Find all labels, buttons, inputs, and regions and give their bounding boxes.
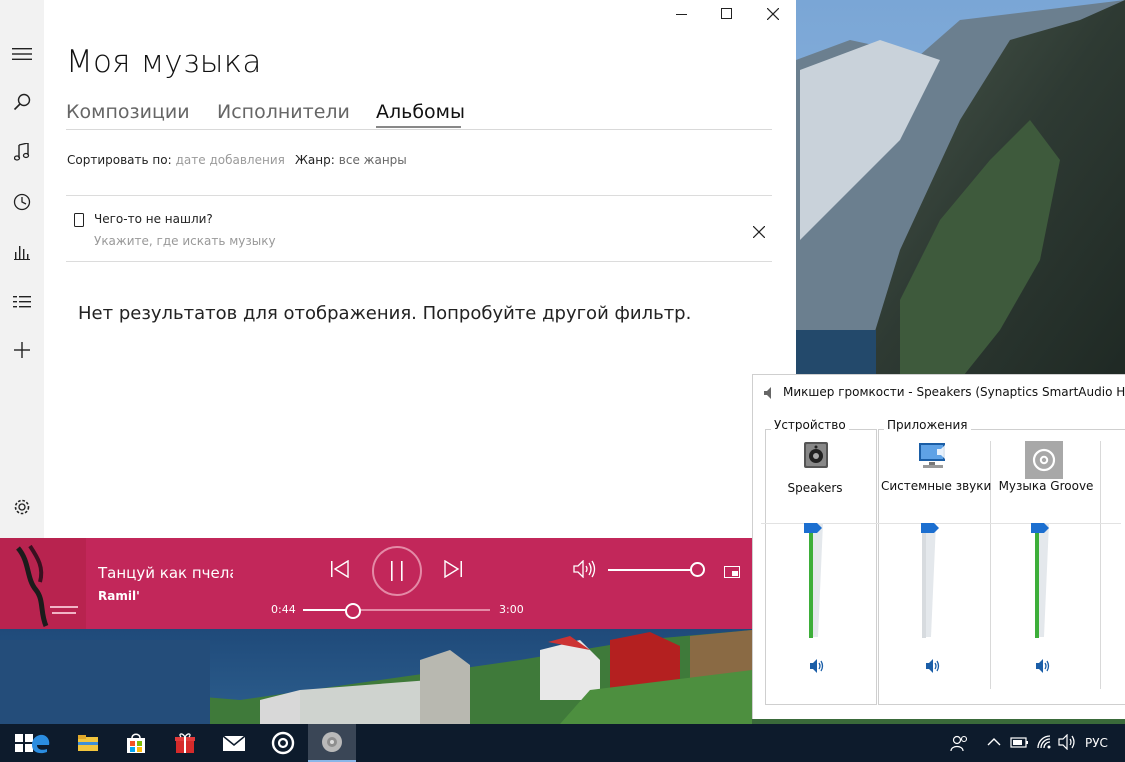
seek-thumb[interactable] <box>345 603 362 619</box>
speaker-small-icon <box>763 385 775 404</box>
groove-level-meter <box>1035 523 1039 638</box>
maximize-button[interactable] <box>704 0 750 28</box>
apps-group <box>878 429 1125 705</box>
player-bar: Танцуй как пчела Ramil' 0:44 3:00 <box>0 538 752 629</box>
mail-icon[interactable] <box>210 724 258 762</box>
sort-filter[interactable]: Сортировать по: дате добавления <box>67 153 285 167</box>
sort-value[interactable]: дате добавления <box>176 153 285 167</box>
battery-icon[interactable] <box>1010 734 1028 752</box>
groove-music-icon[interactable] <box>259 724 307 762</box>
album-art[interactable] <box>0 538 86 629</box>
channel-divider <box>1100 441 1101 689</box>
genre-label: Жанр: <box>295 153 335 167</box>
hamburger-icon[interactable] <box>0 34 44 74</box>
empty-message: Нет результатов для отображения. Попробу… <box>78 303 692 324</box>
music-note-icon[interactable] <box>0 132 44 172</box>
playlist-icon[interactable] <box>0 282 44 322</box>
next-icon[interactable] <box>443 559 463 582</box>
system-sounds-level-meter <box>922 523 926 638</box>
store-icon[interactable] <box>112 724 160 762</box>
minimize-button[interactable] <box>659 0 705 28</box>
volume-icon[interactable] <box>573 559 597 582</box>
system-sounds-slider-thumb[interactable] <box>921 518 939 533</box>
file-explorer-icon[interactable] <box>64 724 112 762</box>
volume-mixer-window: Микшер громкости - Speakers (Synaptics S… <box>752 374 1125 719</box>
edge-icon[interactable] <box>16 724 64 762</box>
seek-bar[interactable] <box>303 603 490 619</box>
genre-value[interactable]: все жанры <box>339 153 407 167</box>
dismiss-icon[interactable] <box>752 223 766 242</box>
divider <box>66 261 772 262</box>
mixer-title: Микшер громкости - Speakers (Synaptics S… <box>783 385 1125 399</box>
groove-window: Моя музыка Композиции Исполнители Альбом… <box>0 0 796 538</box>
speaker-icon[interactable] <box>803 441 829 473</box>
groove-icon[interactable] <box>1025 441 1063 483</box>
speakers-level-meter <box>809 523 813 638</box>
previous-icon[interactable] <box>330 559 350 582</box>
groove-slider-thumb[interactable] <box>1031 518 1049 533</box>
nav-rail <box>0 0 44 538</box>
volume-slider[interactable] <box>608 562 705 577</box>
people-icon[interactable] <box>950 734 968 752</box>
pause-icon <box>391 561 403 581</box>
notice-title: Чего-то не нашли? <box>94 212 213 226</box>
channel-label-groove: Музыка Groove <box>998 479 1094 493</box>
tabs-divider <box>66 129 772 130</box>
speakers-mute-icon[interactable] <box>808 658 826 676</box>
tab-artists[interactable]: Исполнители <box>217 101 350 123</box>
system-sounds-icon[interactable] <box>917 441 949 475</box>
search-icon[interactable] <box>0 82 44 122</box>
notice-link[interactable]: Укажите, где искать музыку <box>94 234 276 248</box>
volume-tray-icon[interactable] <box>1058 733 1076 752</box>
language-indicator[interactable]: РУС <box>1085 736 1108 750</box>
pause-button[interactable] <box>372 546 422 596</box>
tab-songs[interactable]: Композиции <box>66 101 190 123</box>
chevron-up-icon[interactable] <box>986 734 1004 752</box>
speakers-slider-thumb[interactable] <box>804 518 822 533</box>
add-icon[interactable] <box>0 330 44 370</box>
apps-group-label: Приложения <box>884 418 971 432</box>
wifi-icon[interactable] <box>1036 734 1054 752</box>
channel-label-system-sounds: Системные звуки <box>881 479 992 493</box>
taskbar: РУС <box>0 724 1125 762</box>
track-artist[interactable]: Ramil' <box>98 589 140 603</box>
recent-icon[interactable] <box>0 182 44 222</box>
elapsed-time: 0:44 <box>271 603 296 616</box>
groove-mute-icon[interactable] <box>1034 658 1052 676</box>
close-button[interactable] <box>750 0 796 28</box>
genre-filter[interactable]: Жанр: все жанры <box>295 153 407 167</box>
volume-fill <box>608 569 697 571</box>
now-playing-icon[interactable] <box>0 232 44 272</box>
track-title[interactable]: Танцуй как пчела <box>98 564 233 582</box>
divider <box>66 195 772 196</box>
volume-thumb[interactable] <box>690 562 705 577</box>
phone-icon <box>74 212 84 231</box>
active-tab-indicator <box>376 126 461 128</box>
channel-label-speakers: Speakers <box>787 481 843 495</box>
gift-icon[interactable] <box>161 724 209 762</box>
sort-label: Сортировать по: <box>67 153 172 167</box>
tab-albums[interactable]: Альбомы <box>376 101 465 123</box>
device-group-label: Устройство <box>771 418 849 432</box>
mini-view-icon[interactable] <box>724 563 740 582</box>
settings-icon[interactable] <box>0 487 44 527</box>
system-sounds-mute-icon[interactable] <box>924 658 942 676</box>
page-title: Моя музыка <box>66 44 262 80</box>
total-time: 3:00 <box>499 603 524 616</box>
volume-mixer-icon[interactable] <box>308 724 356 762</box>
